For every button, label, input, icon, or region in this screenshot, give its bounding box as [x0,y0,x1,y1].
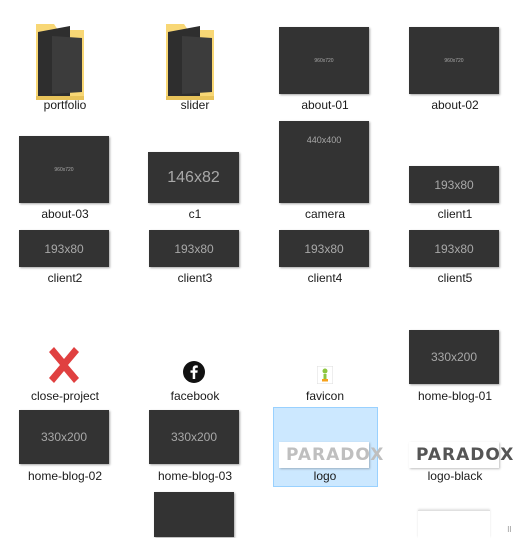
file-item-client5[interactable]: 193x80 client5 [390,229,518,309]
file-item-client4[interactable]: 193x80 client4 [260,229,390,309]
item-label: about-03 [41,207,89,221]
resize-grip: ⠿ [506,527,512,534]
partial-thumbnail[interactable] [418,510,490,538]
item-label: facebook [170,389,220,403]
close-x-icon [45,346,83,384]
item-label: about-02 [431,98,479,112]
item-label: c1 [188,207,202,221]
item-label: logo [313,469,337,483]
item-label: client4 [307,271,343,285]
thumbnail: 193x80 [409,166,499,203]
item-label: client3 [177,271,213,285]
file-item-favicon[interactable]: favicon [260,328,390,408]
file-item-camera[interactable]: 440x400 camera [260,120,390,221]
thumbnail: 440x400 [279,121,369,203]
facebook-icon [183,361,205,383]
item-label: home-blog-03 [157,469,233,483]
thumbnail: 330x200 [149,410,239,464]
thumbnail: 960x720 [409,27,499,94]
item-label: about-01 [301,98,349,112]
file-item-home-blog-01[interactable]: 330x200 home-blog-01 [390,328,518,408]
logo-thumbnail: PARADOX [409,442,513,468]
partial-thumbnail[interactable] [154,492,234,537]
item-label: camera [304,207,345,221]
file-item-about-02[interactable]: 960x720 about-02 [390,10,518,112]
thumbnail: 193x80 [149,230,239,267]
logo-text: PARADOX [286,445,385,465]
logo-text: PARADOX [416,445,515,465]
file-explorer-icons-view: { "items": { "portfolio": {"label": "por… [0,0,518,538]
thumbnail: 330x200 [19,410,109,464]
file-item-close-project[interactable]: close-project [0,328,130,408]
thumbnail: 146x82 [148,152,239,203]
logo-thumbnail: PARADOX [279,442,383,468]
item-label: client5 [437,271,473,285]
folder-icon [166,24,214,100]
item-label: portfolio [43,98,87,112]
file-item-facebook[interactable]: facebook [130,328,260,408]
file-item-c1[interactable]: 146x82 c1 [130,120,260,221]
thumbnail: 193x80 [279,230,369,267]
item-label: slider [180,98,210,112]
paradox-pin-icon [317,366,333,384]
folder-item-portfolio[interactable]: portfolio [0,10,130,112]
file-item-logo[interactable]: PARADOX logo [260,408,390,488]
folder-item-slider[interactable]: slider [130,10,260,112]
thumbnail: 193x80 [19,230,109,267]
file-item-client3[interactable]: 193x80 client3 [130,229,260,309]
thumbnail: 960x720 [19,136,109,203]
item-label: home-blog-01 [417,389,493,403]
file-item-home-blog-02[interactable]: 330x200 home-blog-02 [0,408,130,488]
item-label: close-project [30,389,100,403]
item-label: client1 [437,207,473,221]
file-item-logo-black[interactable]: PARADOX logo-black [390,408,518,488]
file-item-about-01[interactable]: 960x720 about-01 [260,10,390,112]
item-label: client2 [47,271,83,285]
file-item-about-03[interactable]: 960x720 about-03 [0,120,130,221]
file-item-client1[interactable]: 193x80 client1 [390,120,518,221]
file-item-client2[interactable]: 193x80 client2 [0,229,130,309]
item-label: logo-black [427,469,483,483]
item-label: home-blog-02 [27,469,103,483]
folder-icon [36,24,84,100]
thumbnail: 193x80 [409,230,499,267]
thumbnail: 330x200 [409,330,499,384]
file-item-home-blog-03[interactable]: 330x200 home-blog-03 [130,408,260,488]
item-label: favicon [305,389,345,403]
thumbnail: 960x720 [279,27,369,94]
